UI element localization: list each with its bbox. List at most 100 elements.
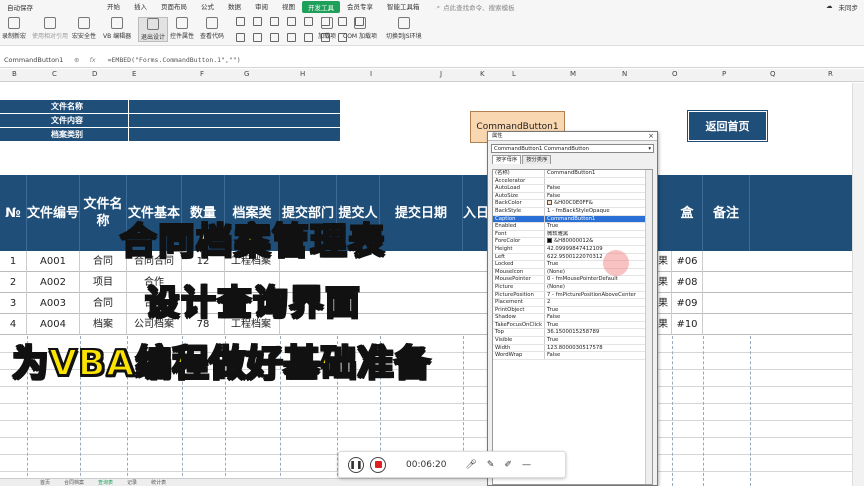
property-row[interactable]: MouseIcon (None)	[493, 268, 652, 277]
property-row[interactable]: Font 微软雅黑	[493, 230, 652, 239]
table-cell-box[interactable]: #09	[672, 293, 703, 314]
table-cell-name[interactable]: 档案	[80, 314, 127, 335]
property-row[interactable]: Top 36.1500015258789	[493, 329, 652, 338]
info-value-cell[interactable]	[128, 100, 340, 113]
view-code-button[interactable]: 查看代码	[200, 17, 224, 40]
property-row[interactable]: AutoSize False	[493, 192, 652, 201]
column-letter[interactable]: H	[300, 70, 305, 78]
menu-tab[interactable]: 视图	[275, 1, 302, 13]
frame-control-icon[interactable]	[304, 33, 313, 42]
column-letter[interactable]: J	[440, 70, 442, 78]
property-value[interactable]: True	[545, 337, 652, 344]
column-letter[interactable]: I	[370, 70, 372, 78]
button-control-icon[interactable]	[270, 17, 279, 26]
property-value[interactable]: (None)	[545, 284, 652, 291]
property-row[interactable]: Accelerator	[493, 177, 652, 186]
column-letter[interactable]: C	[52, 70, 57, 78]
table-cell-box[interactable]: #06	[672, 251, 703, 272]
autosave-toggle[interactable]: 自动保存	[0, 2, 40, 12]
table-cell-no[interactable]: 4	[0, 314, 27, 335]
property-row[interactable]: Visible True	[493, 337, 652, 345]
property-row[interactable]: Shadow False	[493, 314, 652, 322]
property-value[interactable]: True	[545, 307, 652, 314]
property-value[interactable]: 2	[545, 299, 652, 306]
table-cell-code[interactable]: A003	[27, 293, 80, 314]
stop-button[interactable]	[370, 456, 386, 473]
property-row[interactable]: (名称) CommandButton1	[493, 170, 652, 178]
column-letter[interactable]: N	[622, 70, 627, 78]
radio-control-icon[interactable]	[236, 33, 245, 42]
property-value[interactable]: True	[545, 322, 652, 329]
property-value[interactable]: 42.09999847412109	[545, 246, 652, 253]
image-control-icon[interactable]	[270, 33, 279, 42]
com-addins-button[interactable]: COM 加载项	[343, 17, 377, 40]
table-cell-code[interactable]: A001	[27, 251, 80, 272]
sheet-tab[interactable]: 记录	[127, 479, 137, 486]
sync-status[interactable]: 未同步	[839, 2, 859, 12]
property-value[interactable]: True	[545, 261, 652, 268]
column-letter[interactable]: M	[570, 70, 576, 78]
record-macro-button[interactable]: 录制新宏	[2, 17, 26, 40]
property-value[interactable]: CommandButton1	[545, 170, 652, 177]
command-search[interactable]: ⌕ 点此查找命令、搜索模板	[437, 2, 515, 13]
property-value[interactable]: False	[545, 352, 652, 359]
table-cell-no[interactable]: 2	[0, 272, 27, 293]
column-letter[interactable]: P	[722, 70, 726, 78]
property-value[interactable]: 1 - fmBackStyleOpaque	[545, 208, 652, 215]
control-properties-button[interactable]: 控件属性	[170, 17, 194, 40]
menu-tab[interactable]: 开始	[100, 1, 127, 13]
property-row[interactable]: Picture (None)	[493, 283, 652, 292]
table-cell-box[interactable]: #10	[672, 314, 703, 335]
property-value[interactable]: False	[545, 193, 652, 200]
listbox-control-icon[interactable]	[287, 17, 296, 26]
table-cell-name[interactable]: 合同	[80, 293, 127, 314]
property-value[interactable]: 7 - fmPicturePositionAboveCenter	[545, 292, 652, 299]
property-value[interactable]: False	[545, 185, 652, 192]
properties-titlebar[interactable]: 属性 ×	[488, 132, 657, 141]
column-letter[interactable]: K	[480, 70, 485, 78]
table-cell-code[interactable]: A002	[27, 272, 80, 293]
object-select[interactable]: CommandButton1 CommandButton	[491, 144, 654, 153]
property-row[interactable]: PicturePosition 7 - fmPicturePositionAbov…	[493, 291, 652, 300]
property-value[interactable]: &H80000012&	[545, 238, 652, 245]
menu-tab[interactable]: 公式	[194, 1, 221, 13]
scroll-control-icon[interactable]	[253, 33, 262, 42]
property-value[interactable]: 36.1500015258789	[545, 329, 652, 336]
table-cell-box[interactable]: #08	[672, 272, 703, 293]
property-value[interactable]: 123.8000030517578	[545, 345, 652, 352]
more-controls-icon[interactable]	[287, 33, 296, 42]
property-row[interactable]: WordWrap False	[493, 352, 652, 360]
property-row[interactable]: TakeFocusOnClick True	[493, 321, 652, 330]
property-value[interactable]: 622.9500122070312	[545, 254, 652, 261]
relative-ref-button[interactable]: 使用相对引用	[32, 17, 68, 40]
table-cell-name[interactable]: 项目	[80, 272, 127, 293]
property-row[interactable]: MousePointer 0 - fmMousePointerDefault	[493, 276, 652, 284]
property-row[interactable]: PrintObject True	[493, 306, 652, 315]
property-row[interactable]: Width 123.8000030517578	[493, 344, 652, 353]
column-letter[interactable]: Q	[770, 70, 776, 78]
textbox-control-icon[interactable]	[253, 17, 262, 26]
sheet-tab[interactable]: 统计表	[151, 479, 166, 486]
property-value[interactable]: True	[545, 223, 652, 230]
property-value[interactable]: &H00C0E0FF&	[545, 200, 652, 207]
pause-button[interactable]: ❚❚	[348, 456, 364, 473]
brush-icon[interactable]: ✐	[504, 460, 512, 470]
switch-js-button[interactable]: 切换到JS环境	[386, 17, 422, 40]
tab-categorized[interactable]: 按分类序	[522, 155, 552, 164]
property-row[interactable]: BackStyle 1 - fmBackStyleOpaque	[493, 207, 652, 216]
name-box[interactable]: CommandButton1	[0, 56, 63, 64]
property-row[interactable]: Placement 2	[493, 299, 652, 307]
menu-tab[interactable]: 会员专享	[340, 1, 380, 13]
sheet-tab[interactable]: 首页	[40, 479, 50, 486]
vertical-scrollbar[interactable]	[852, 83, 864, 486]
sheet-tab[interactable]: 查询表	[98, 479, 113, 486]
property-row[interactable]: ForeColor &H80000012&	[493, 238, 652, 246]
checkbox-control-icon[interactable]	[236, 17, 245, 26]
menu-tab[interactable]: 页面布局	[154, 1, 194, 13]
property-value[interactable]: (None)	[545, 269, 652, 276]
addins-button[interactable]: 加载项	[318, 17, 336, 40]
combobox-control-icon[interactable]	[304, 17, 313, 26]
back-home-button[interactable]: 返回首页	[688, 111, 767, 141]
menu-tab[interactable]: 智能工具箱	[380, 1, 427, 13]
pen-icon[interactable]: ✎	[487, 460, 495, 470]
